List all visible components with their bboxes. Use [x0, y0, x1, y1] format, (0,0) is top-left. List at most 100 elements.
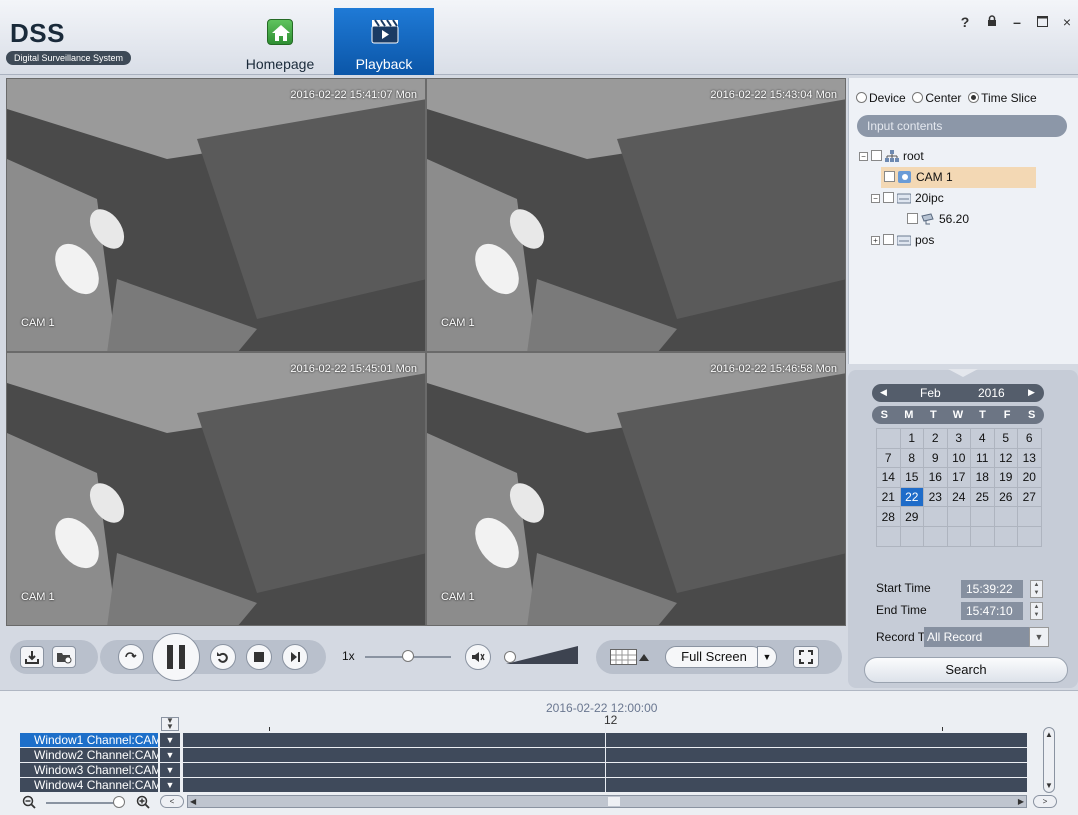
end-time-spinner[interactable]: ▲ ▼ [1030, 602, 1043, 620]
calendar-day[interactable]: 11 [970, 447, 995, 469]
timeline-cursor[interactable] [605, 725, 606, 792]
video-window-4[interactable]: 2016-02-22 15:46:58 Mon CAM 1 [426, 352, 846, 626]
calendar-day[interactable]: 10 [946, 447, 971, 469]
calendar-day[interactable]: 4 [970, 428, 995, 449]
search-button[interactable]: Search [864, 657, 1068, 683]
channel-label-2[interactable]: Window2 Channel:CAM 1 [20, 748, 158, 762]
calendar-day[interactable]: 13 [1017, 447, 1042, 469]
next-frame-button[interactable] [282, 644, 308, 670]
calendar-day[interactable]: 7 [876, 447, 901, 469]
tree-item-20ipc[interactable]: − 20ipc [871, 188, 1036, 209]
calendar-day[interactable]: 25 [970, 486, 995, 508]
maximize-button[interactable] [1033, 14, 1051, 30]
scroll-up-icon[interactable]: ▲ [1044, 730, 1054, 739]
calendar-day[interactable]: 28 [876, 506, 901, 527]
channel-label-4[interactable]: Window4 Channel:CAM 1 [20, 778, 158, 792]
panel-toggle-icon[interactable] [948, 369, 978, 377]
tab-homepage[interactable]: Homepage [230, 8, 330, 75]
calendar-day[interactable]: 17 [946, 467, 971, 488]
scrollbar-thumb[interactable] [608, 797, 620, 806]
checkbox[interactable] [883, 192, 894, 203]
sync-play-button[interactable] [118, 644, 144, 670]
record-type-select[interactable]: All Record [924, 627, 1029, 647]
calendar-day[interactable]: 18 [970, 467, 995, 488]
calendar-day[interactable]: 27 [1017, 486, 1042, 508]
chevron-down-icon[interactable]: ▼ [160, 778, 180, 792]
collapse-all-button[interactable]: ▼ ▼ [161, 717, 179, 731]
calendar-day[interactable]: 12 [993, 447, 1018, 469]
folder-settings-button[interactable] [52, 646, 76, 668]
zoom-slider-thumb[interactable] [113, 796, 125, 808]
video-window-3[interactable]: 2016-02-22 15:45:01 Mon CAM 1 [6, 352, 426, 626]
collapse-icon[interactable]: − [859, 152, 868, 161]
calendar-day[interactable]: 1 [899, 428, 924, 449]
collapse-icon[interactable]: − [871, 194, 880, 203]
split-layout-button[interactable] [610, 647, 650, 670]
channel-label-3[interactable]: Window3 Channel:CAM 1 [20, 763, 158, 777]
help-button[interactable]: ? [956, 14, 974, 30]
calendar-day[interactable]: 23 [923, 486, 948, 508]
calendar-day[interactable]: 19 [993, 467, 1018, 488]
tree-item-root[interactable]: − root [859, 146, 1036, 167]
vertical-scrollbar[interactable]: ▲ ▼ [1043, 727, 1055, 793]
zoom-in-button[interactable] [136, 795, 150, 812]
close-button[interactable]: × [1058, 14, 1076, 30]
checkbox[interactable] [884, 171, 895, 182]
fullscreen-toggle-button[interactable] [793, 646, 819, 668]
radio-time-slice[interactable]: Time Slice [968, 91, 1037, 105]
start-time-field[interactable]: 15:39:22 [961, 580, 1023, 598]
expand-icon[interactable]: + [871, 236, 880, 245]
calendar-day[interactable]: 8 [899, 447, 924, 469]
tab-playback[interactable]: Playback [334, 8, 434, 75]
chevron-down-icon[interactable]: ▼ [1029, 627, 1049, 647]
scroll-left-button[interactable]: < [160, 795, 184, 808]
channel-label-1[interactable]: Window1 Channel:CAM 1 [20, 733, 158, 747]
prev-month-button[interactable]: ◀ [880, 387, 887, 398]
video-window-2[interactable]: 2016-02-22 15:43:04 Mon CAM 1 [426, 78, 846, 352]
speed-slider-thumb[interactable] [402, 650, 414, 662]
scroll-left-icon[interactable]: ◀ [190, 796, 196, 807]
scroll-right-button[interactable]: > [1033, 795, 1057, 808]
tree-item-cam1[interactable]: CAM 1 [881, 167, 1036, 188]
horizontal-scrollbar[interactable]: ◀ ▶ [187, 795, 1027, 808]
calendar-day[interactable]: 26 [993, 486, 1018, 508]
scroll-right-icon[interactable]: ▶ [1018, 796, 1024, 807]
video-window-1[interactable]: 2016-02-22 15:41:07 Mon CAM 1 [6, 78, 426, 352]
tree-item-56-20[interactable]: 56.20 [904, 209, 1036, 230]
checkbox[interactable] [883, 234, 894, 245]
end-time-field[interactable]: 15:47:10 [961, 602, 1023, 620]
chevron-down-icon[interactable]: ▼ [160, 748, 180, 762]
radio-center[interactable]: Center [912, 91, 961, 105]
lock-button[interactable] [983, 14, 1001, 30]
checkbox[interactable] [871, 150, 882, 161]
download-button[interactable] [20, 646, 44, 668]
mute-button[interactable] [465, 644, 491, 670]
scroll-down-icon[interactable]: ▼ [1045, 781, 1053, 790]
zoom-slider-track[interactable] [46, 802, 116, 804]
calendar-day[interactable]: 15 [899, 467, 924, 488]
calendar-day[interactable]: 24 [946, 486, 971, 508]
zoom-out-button[interactable] [22, 795, 36, 812]
full-screen-button[interactable]: Full Screen [665, 646, 763, 668]
calendar-day[interactable]: 9 [923, 447, 948, 469]
calendar-day[interactable]: 14 [876, 467, 901, 488]
chevron-down-icon[interactable]: ▼ [160, 733, 180, 747]
pause-button[interactable] [152, 633, 200, 681]
calendar-day[interactable]: 20 [1017, 467, 1042, 488]
checkbox[interactable] [907, 213, 918, 224]
next-month-button[interactable]: ▶ [1028, 387, 1035, 398]
volume-slider-thumb[interactable] [504, 651, 516, 663]
radio-device[interactable]: Device [856, 91, 906, 105]
start-time-spinner[interactable]: ▲ ▼ [1030, 580, 1043, 598]
tree-item-pos[interactable]: + pos [871, 230, 1036, 251]
search-input[interactable]: Input contents [857, 115, 1067, 137]
stop-button[interactable] [246, 644, 272, 670]
calendar-day[interactable]: 5 [993, 428, 1018, 449]
calendar-day[interactable]: 6 [1017, 428, 1042, 449]
rewind-button[interactable] [210, 644, 236, 670]
calendar-day[interactable]: 3 [946, 428, 971, 449]
chevron-down-icon[interactable]: ▼ [160, 763, 180, 777]
calendar-day[interactable]: 29 [899, 506, 924, 527]
calendar-day[interactable]: 22 [899, 486, 924, 508]
calendar-day[interactable]: 2 [923, 428, 948, 449]
